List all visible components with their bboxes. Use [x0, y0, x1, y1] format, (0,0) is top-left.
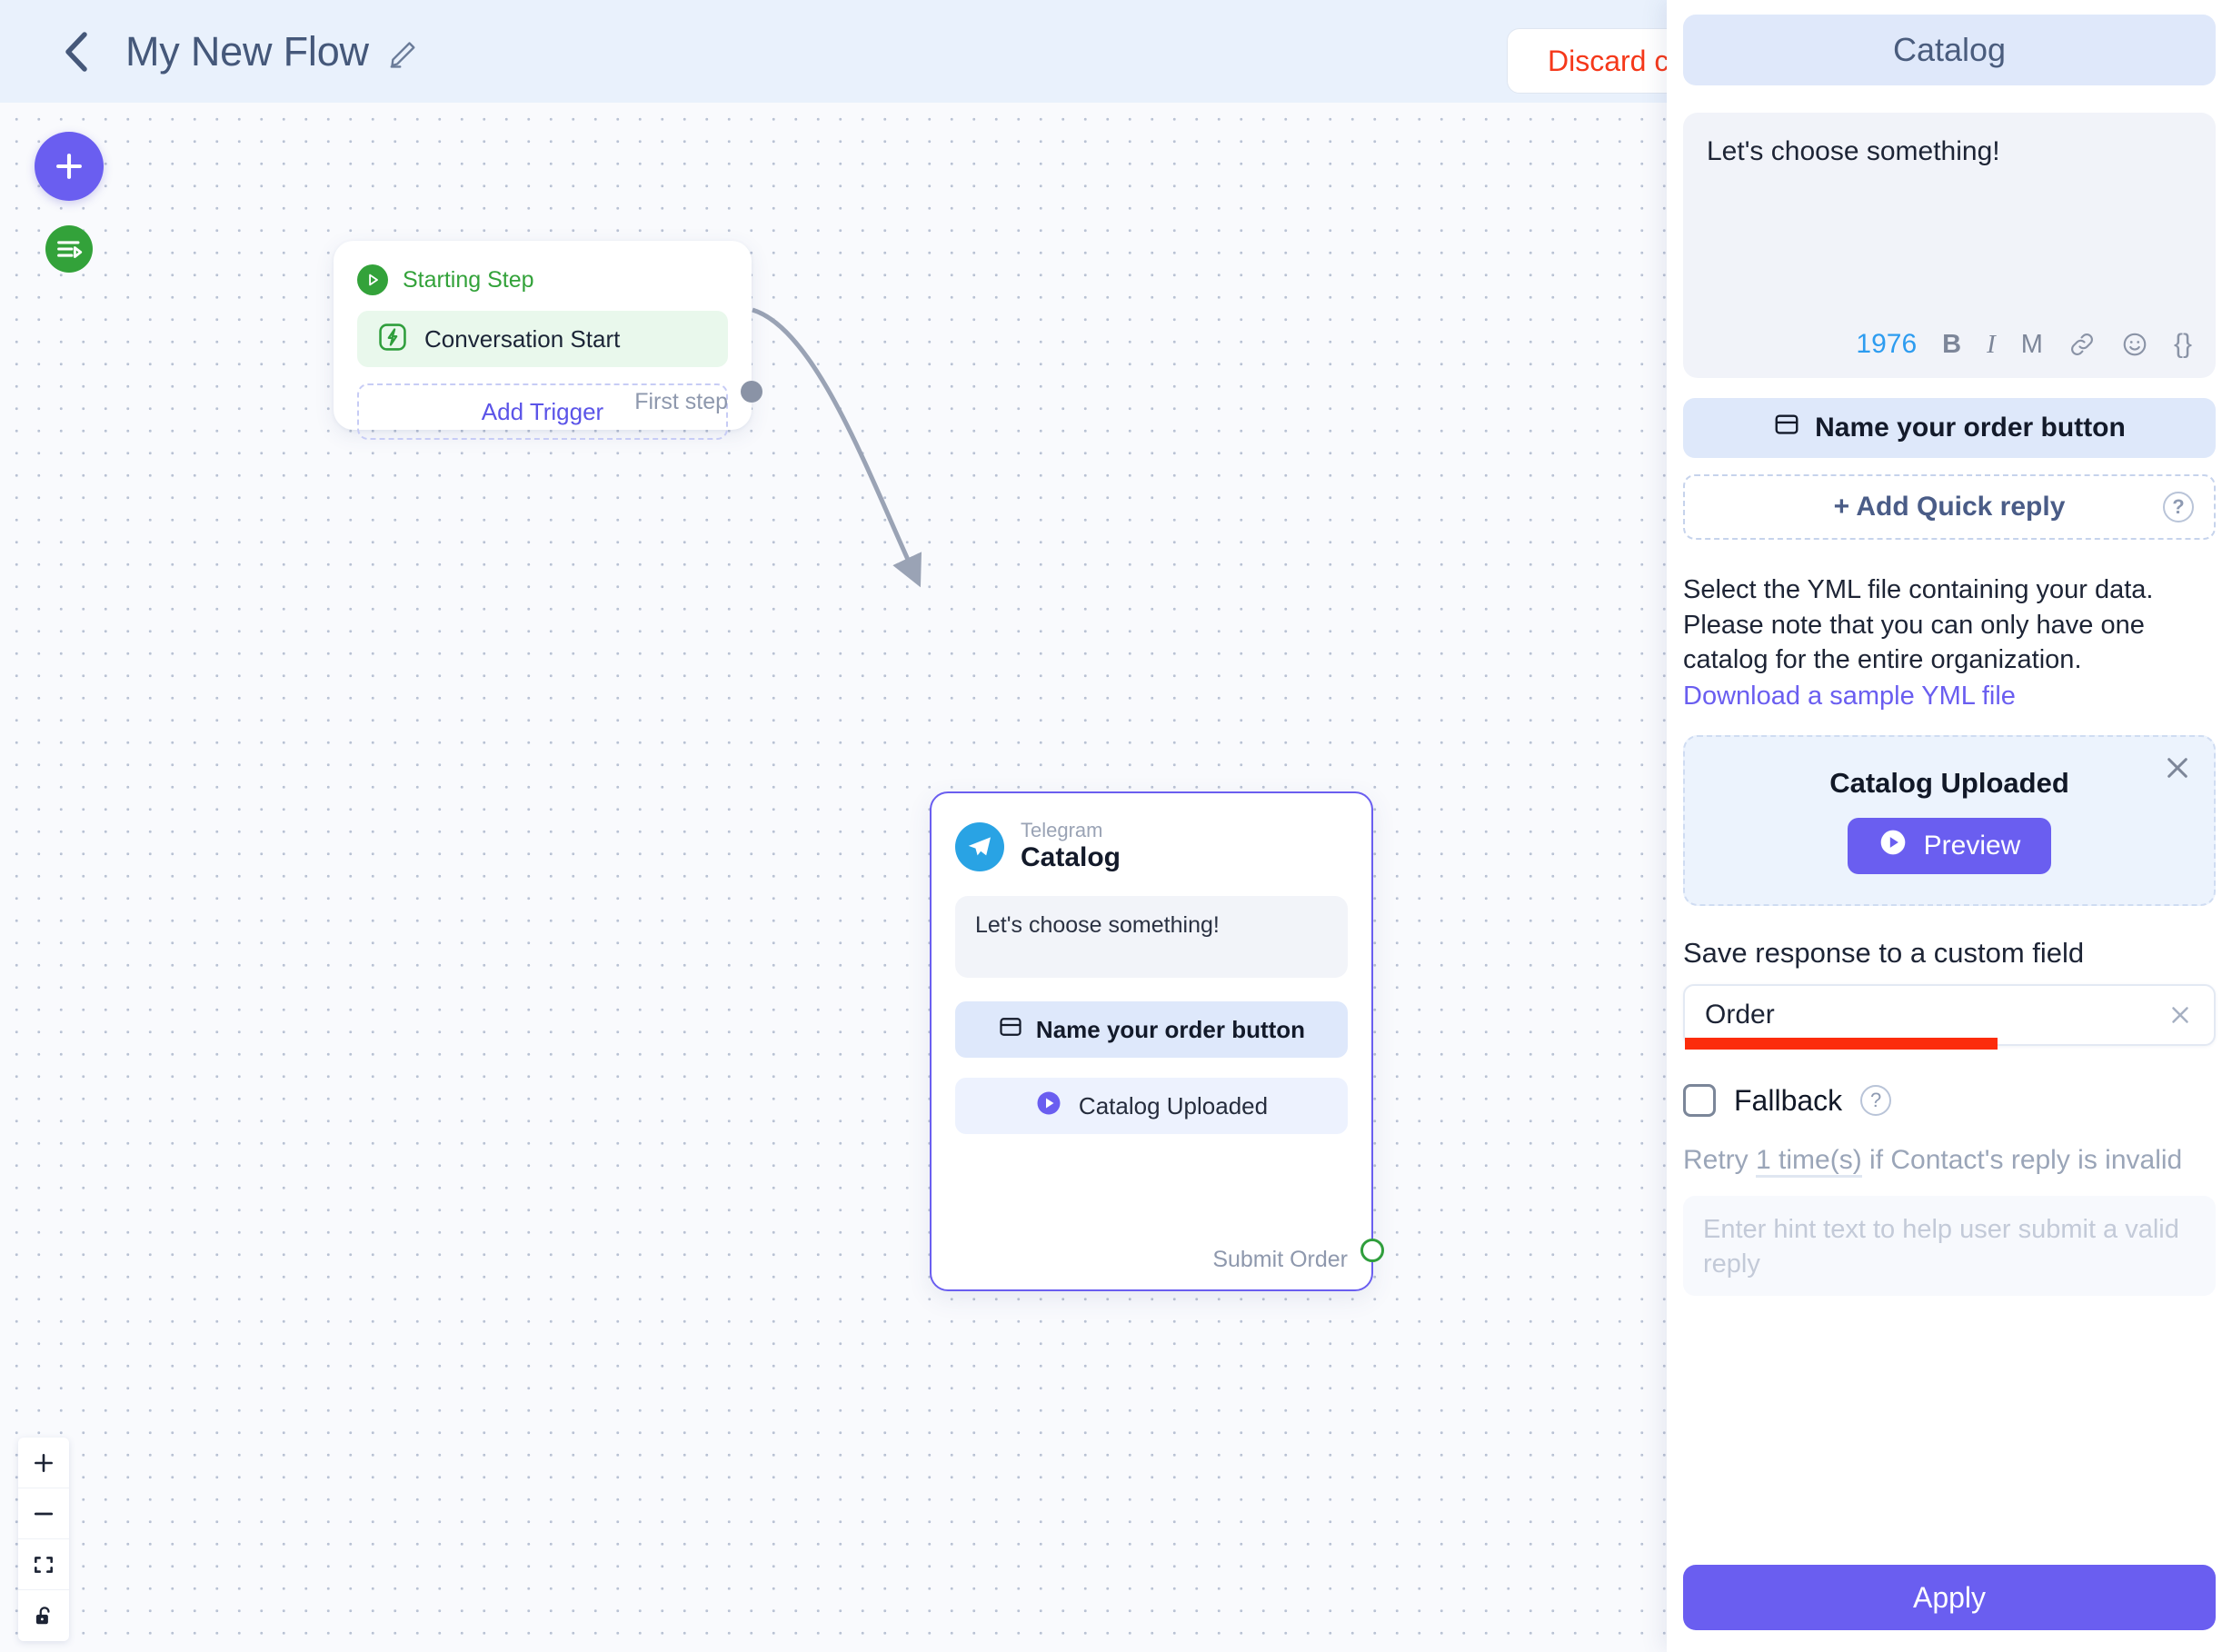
card-layout-icon	[1773, 411, 1800, 445]
card-layout-icon	[998, 1014, 1023, 1046]
submit-order-label: Submit Order	[1212, 1247, 1348, 1272]
flow-canvas[interactable]: Starting Step Conversation Start Add Tri…	[0, 103, 1667, 1652]
telegram-node-header: Telegram Catalog	[955, 819, 1348, 874]
node-order-button[interactable]: Name your order button	[955, 1001, 1348, 1059]
starting-step-button[interactable]	[45, 225, 93, 273]
add-step-button[interactable]	[35, 132, 104, 201]
starting-step-header: Starting Step	[357, 264, 728, 295]
telegram-node-footer: Submit Order	[1212, 1247, 1348, 1273]
starting-step-label: Starting Step	[403, 266, 534, 293]
preview-button-label: Preview	[1923, 830, 2021, 861]
italic-button[interactable]: I	[1987, 330, 1996, 360]
conversation-start-label: Conversation Start	[424, 324, 621, 353]
char-counter: 1976	[1856, 329, 1918, 359]
panel-footer: Apply	[1667, 1565, 2232, 1652]
canvas-zoom-controls	[18, 1438, 69, 1641]
preview-button[interactable]: Preview	[1847, 817, 2052, 874]
flow-start-icon	[57, 241, 83, 258]
field-highlight-bar	[1685, 1037, 1998, 1050]
fallback-label: Fallback	[1734, 1083, 1843, 1117]
retry-line: Retry 1 time(s) if Contact's reply is in…	[1683, 1144, 2216, 1178]
chevron-left-icon	[65, 31, 87, 72]
zoom-in-button[interactable]	[18, 1438, 69, 1488]
custom-field-input[interactable]: Order	[1683, 983, 2216, 1050]
play-circle-icon	[357, 264, 388, 295]
name-your-order-button[interactable]: Name your order button	[1683, 398, 2216, 458]
zoom-out-button[interactable]	[18, 1488, 69, 1539]
play-circle-icon	[1878, 828, 1908, 864]
monospace-button[interactable]: M	[2021, 330, 2043, 360]
play-circle-icon	[1035, 1090, 1062, 1123]
fallback-row: Fallback ?	[1683, 1084, 2216, 1118]
node-message-text: Let's choose something!	[955, 896, 1348, 979]
custom-field-label: Save response to a custom field	[1683, 936, 2085, 969]
question-mark-icon[interactable]: ?	[1860, 1085, 1892, 1117]
back-button[interactable]	[53, 28, 100, 75]
node-order-button-label: Name your order button	[1035, 1015, 1306, 1043]
node-name: Catalog	[1021, 842, 1121, 873]
lightning-bolt-icon	[377, 322, 408, 357]
retry-suffix: if Contact's reply is invalid	[1861, 1144, 2183, 1175]
retry-prefix: Retry	[1683, 1144, 1757, 1175]
link-icon[interactable]	[2068, 331, 2096, 358]
question-mark-icon[interactable]: ?	[2163, 492, 2194, 522]
telegram-catalog-node[interactable]: Telegram Catalog Let's choose something!…	[930, 791, 1384, 1291]
telegram-node-titles: Telegram Catalog	[1021, 819, 1121, 874]
conversation-start-trigger[interactable]: Conversation Start	[357, 311, 728, 367]
connection-edges	[752, 307, 922, 588]
pencil-icon[interactable]	[387, 35, 422, 69]
yml-description: Select the YML file containing your data…	[1683, 575, 2154, 675]
output-port-first-step[interactable]	[741, 381, 762, 403]
fallback-checkbox[interactable]	[1683, 1084, 1716, 1118]
output-port-submit-order[interactable]	[1360, 1239, 1384, 1262]
starting-step-node[interactable]: Starting Step Conversation Start Add Tri…	[334, 241, 762, 440]
smiley-icon[interactable]	[2121, 331, 2148, 358]
fullscreen-icon	[35, 1556, 53, 1573]
fit-view-button[interactable]	[18, 1539, 69, 1590]
page-title: My New Flow	[125, 27, 369, 75]
catalog-uploaded-card: Catalog Uploaded Preview	[1683, 734, 2216, 906]
unlocked-padlock-icon	[35, 1607, 50, 1625]
telegram-icon	[955, 821, 1004, 871]
name-your-order-button-label: Name your order button	[1815, 413, 2126, 443]
node-catalog-uploaded-label: Catalog Uploaded	[1078, 1091, 1269, 1120]
panel-body: Let's choose something! 1976 B I M {} Na…	[1667, 85, 2232, 1565]
lock-canvas-button[interactable]	[18, 1590, 69, 1641]
curly-braces-icon[interactable]: {}	[2174, 329, 2192, 360]
plus-icon	[56, 154, 82, 179]
retry-count[interactable]: 1 time(s)	[1756, 1144, 1862, 1178]
close-icon[interactable]	[2167, 1001, 2194, 1029]
close-icon[interactable]	[2163, 753, 2192, 782]
apply-button[interactable]: Apply	[1683, 1565, 2216, 1630]
first-step-label: First step	[634, 389, 728, 414]
add-quick-reply-label: + Add Quick reply	[1833, 492, 2066, 522]
message-editor[interactable]: Let's choose something! 1976 B I M {}	[1683, 113, 2216, 378]
panel-title: Catalog	[1683, 15, 2216, 85]
node-catalog-uploaded-button[interactable]: Catalog Uploaded	[955, 1078, 1348, 1135]
flow-builder-app: My New Flow Discard c Starting Step Conv…	[0, 0, 2232, 1652]
custom-field-value: Order	[1705, 999, 1775, 1030]
catalog-uploaded-title: Catalog Uploaded	[1829, 766, 2069, 799]
message-editor-toolbar: 1976 B I M {}	[1683, 329, 2192, 360]
bold-button[interactable]: B	[1942, 330, 1961, 360]
fallback-hint-input[interactable]: Enter hint text to help user submit a va…	[1683, 1195, 2216, 1296]
starting-step-footer: First step	[634, 389, 728, 415]
message-editor-text[interactable]: Let's choose something!	[1707, 136, 2192, 167]
download-sample-yml-link[interactable]: Download a sample YML file	[1683, 682, 2216, 712]
add-quick-reply-button[interactable]: + Add Quick reply ?	[1683, 474, 2216, 540]
channel-label: Telegram	[1021, 819, 1103, 841]
plus-icon	[35, 1453, 53, 1472]
catalog-settings-panel: Catalog Let's choose something! 1976 B I…	[1667, 0, 2232, 1652]
minus-icon	[34, 1512, 54, 1515]
